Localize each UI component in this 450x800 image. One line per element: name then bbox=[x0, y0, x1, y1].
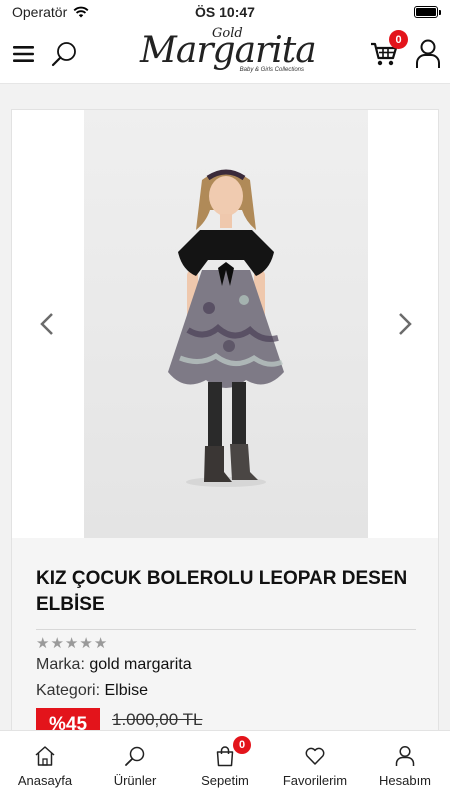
product-image bbox=[168, 169, 284, 487]
brand-row: Marka: gold margarita bbox=[36, 656, 192, 674]
account-button[interactable] bbox=[410, 36, 446, 72]
divider bbox=[36, 629, 416, 630]
search-icon bbox=[51, 42, 76, 67]
tab-home-label: Anasayfa bbox=[17, 773, 73, 788]
carrier-label: Operatör bbox=[12, 4, 68, 20]
tab-cart[interactable]: 0 Sepetim bbox=[180, 731, 270, 800]
star-icon: ★ bbox=[36, 635, 50, 652]
category-value[interactable]: Elbise bbox=[105, 682, 149, 699]
gallery-prev-button[interactable] bbox=[32, 306, 62, 342]
user-icon bbox=[416, 39, 440, 68]
heart-icon bbox=[305, 747, 325, 765]
status-bar: Operatör ÖS 10:47 bbox=[0, 0, 450, 24]
bottom-tab-bar: Anasayfa Ürünler 0 Sepetim Favorilerim H… bbox=[0, 730, 450, 800]
logo-subtitle: Baby & Girls Collections bbox=[239, 67, 304, 73]
tab-account-label: Hesabım bbox=[378, 773, 432, 788]
old-price: 1.000,00 TL bbox=[112, 710, 203, 729]
tab-cart-count-badge: 0 bbox=[233, 736, 251, 754]
menu-button[interactable] bbox=[6, 36, 42, 72]
search-button[interactable] bbox=[46, 36, 82, 72]
cart-count-badge: 0 bbox=[389, 30, 408, 49]
tab-products[interactable]: Ürünler bbox=[90, 731, 180, 800]
brand-logo[interactable]: Gold Margarita Baby & Girls Collections bbox=[140, 24, 317, 84]
home-icon bbox=[35, 746, 55, 766]
rating-stars: ★ ★ ★ ★ ★ bbox=[36, 636, 107, 652]
star-icon: ★ bbox=[50, 635, 64, 652]
product-detail-content[interactable]: KIZ ÇOCUK BOLEROLU LEOPAR DESEN ELBİSE ★… bbox=[0, 85, 450, 730]
tab-products-label: Ürünler bbox=[113, 773, 157, 788]
star-icon: ★ bbox=[93, 635, 108, 652]
cart-button[interactable]: 0 bbox=[366, 30, 408, 72]
product-gallery[interactable] bbox=[12, 110, 438, 538]
chevron-left-icon bbox=[40, 313, 53, 335]
menu-icon bbox=[13, 46, 34, 62]
gallery-next-button[interactable] bbox=[390, 306, 420, 342]
tab-favorites[interactable]: Favorilerim bbox=[270, 731, 360, 800]
wifi-icon bbox=[73, 6, 89, 18]
search-icon bbox=[125, 746, 145, 766]
star-icon: ★ bbox=[64, 635, 79, 652]
brand-value[interactable]: gold margarita bbox=[89, 656, 191, 673]
product-card: KIZ ÇOCUK BOLEROLU LEOPAR DESEN ELBİSE ★… bbox=[11, 109, 439, 730]
tab-home[interactable]: Anasayfa bbox=[0, 731, 90, 800]
tab-account[interactable]: Hesabım bbox=[360, 731, 450, 800]
brand-label: Marka: bbox=[36, 656, 85, 673]
chevron-right-icon bbox=[399, 313, 412, 335]
product-photo[interactable] bbox=[84, 110, 368, 538]
user-icon bbox=[395, 745, 415, 766]
discount-badge: %45 bbox=[36, 708, 100, 730]
logo-main-text: Margarita bbox=[140, 30, 317, 71]
category-row: Kategori: Elbise bbox=[36, 682, 148, 700]
star-icon: ★ bbox=[79, 635, 93, 652]
tab-cart-label: Sepetim bbox=[201, 773, 249, 788]
category-label: Kategori: bbox=[36, 682, 101, 699]
app-header: Gold Margarita Baby & Girls Collections … bbox=[0, 24, 450, 84]
battery-icon bbox=[414, 6, 441, 18]
status-left: Operatör bbox=[12, 4, 89, 20]
tab-favorites-label: Favorilerim bbox=[282, 773, 348, 788]
product-title: KIZ ÇOCUK BOLEROLU LEOPAR DESEN ELBİSE bbox=[36, 568, 408, 615]
